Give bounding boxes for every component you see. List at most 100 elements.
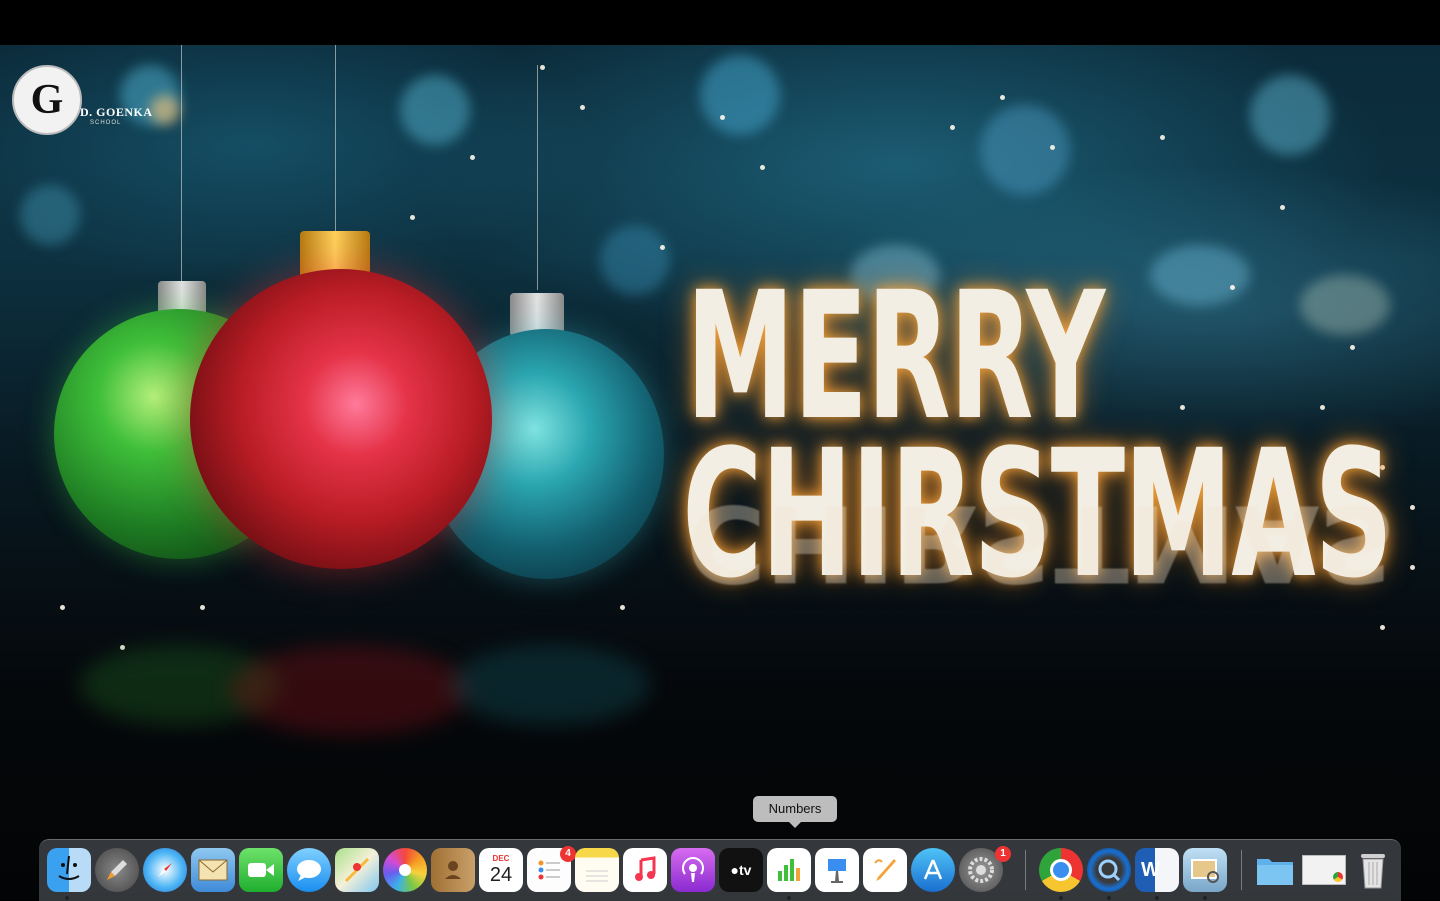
word-icon[interactable]: W xyxy=(1135,848,1179,892)
snowflake xyxy=(200,605,205,610)
snowflake xyxy=(1280,205,1285,210)
video-camera-icon xyxy=(248,863,274,877)
snowflake xyxy=(660,245,665,250)
ornament-reflection xyxy=(450,645,650,725)
apple-logo-icon: ● xyxy=(730,862,739,878)
snowflake xyxy=(1160,135,1165,140)
dock-separator xyxy=(1241,850,1242,890)
word-label: W xyxy=(1141,858,1160,881)
running-indicator xyxy=(787,896,791,900)
snowflake xyxy=(760,165,765,170)
logo-name: D. GOENKA xyxy=(80,105,153,119)
podcasts-icon[interactable] xyxy=(671,848,715,892)
gear-icon xyxy=(968,857,994,883)
ornament-string xyxy=(335,45,336,235)
music-icon[interactable] xyxy=(623,848,667,892)
snowflake xyxy=(1000,95,1005,100)
chrome-window-icon[interactable] xyxy=(1301,848,1347,892)
snowflake xyxy=(60,605,65,610)
snowflake xyxy=(470,155,475,160)
address-book-icon xyxy=(445,861,461,879)
system-preferences-badge: 1 xyxy=(995,846,1011,862)
pages-icon[interactable] xyxy=(863,848,907,892)
red-ornament xyxy=(190,269,492,569)
podium-icon xyxy=(828,859,846,883)
quicktime-icon[interactable] xyxy=(1087,848,1131,892)
greeting-reflection: CHIRSTMAS xyxy=(686,481,1396,605)
snowflake xyxy=(1410,505,1415,510)
preview-icon[interactable] xyxy=(1183,848,1227,892)
bokeh-light xyxy=(1250,75,1330,155)
snowflake xyxy=(1180,405,1185,410)
folder-icon xyxy=(1257,859,1293,885)
snowflake xyxy=(410,215,415,220)
running-indicator xyxy=(1107,896,1111,900)
magnifier-q-icon xyxy=(1098,859,1121,882)
ornament-string xyxy=(537,65,538,290)
map-pin-icon xyxy=(344,857,370,883)
chrome-badge-icon xyxy=(1333,872,1343,882)
keynote-icon[interactable] xyxy=(815,848,859,892)
note-lines-icon xyxy=(586,870,608,882)
bokeh-light xyxy=(980,105,1070,195)
snowflake xyxy=(120,645,125,650)
finder-icon[interactable] xyxy=(47,848,91,892)
podcast-waves-icon xyxy=(682,857,704,882)
speech-bubble-icon xyxy=(297,860,321,881)
dock: DEC 24 4 ● tv 1 W xyxy=(39,839,1401,901)
bokeh-light xyxy=(600,225,670,295)
chrome-icon[interactable] xyxy=(1039,848,1083,892)
snowflake xyxy=(1050,145,1055,150)
chrome-center xyxy=(1050,859,1072,881)
apple-tv-label: tv xyxy=(739,862,752,878)
bokeh-light xyxy=(1150,245,1250,305)
bokeh-light xyxy=(400,75,470,145)
snowflake xyxy=(1320,405,1325,410)
calendar-day: 24 xyxy=(489,864,513,886)
pen-icon xyxy=(874,859,896,881)
app-store-icon[interactable] xyxy=(911,848,955,892)
finder-face xyxy=(58,855,80,880)
envelope-icon xyxy=(198,859,228,881)
bokeh-light xyxy=(700,55,780,135)
numbers-icon[interactable] xyxy=(767,848,811,892)
snowflake xyxy=(1230,285,1235,290)
notes-icon[interactable] xyxy=(575,848,619,892)
photos-icon[interactable] xyxy=(383,848,427,892)
apple-tv-icon[interactable]: ● tv xyxy=(719,848,763,892)
app-store-a-icon xyxy=(923,859,943,880)
snowflake xyxy=(950,125,955,130)
bar-chart-icon xyxy=(778,859,800,881)
snowflake xyxy=(1350,345,1355,350)
bokeh-light xyxy=(20,185,80,245)
trash-icon[interactable] xyxy=(1351,848,1395,892)
dock-tooltip: Numbers xyxy=(753,796,837,828)
downloads-folder-icon[interactable] xyxy=(1253,848,1297,892)
snowflake xyxy=(1410,565,1415,570)
messages-icon[interactable] xyxy=(287,848,331,892)
ornament-reflection xyxy=(230,645,470,735)
calendar-icon[interactable]: DEC 24 xyxy=(479,848,523,892)
photo-stack-icon xyxy=(1191,859,1219,883)
compass-needle xyxy=(158,863,172,877)
school-logo: G D. GOENKA SCHOOL xyxy=(12,65,162,145)
launchpad-icon[interactable] xyxy=(95,848,139,892)
snowflake xyxy=(720,115,725,120)
logo-emblem: G xyxy=(12,65,82,135)
maps-icon[interactable] xyxy=(335,848,379,892)
running-indicator xyxy=(1059,896,1063,900)
checklist-icon xyxy=(538,860,560,880)
facetime-icon[interactable] xyxy=(239,848,283,892)
trash-can-icon xyxy=(1361,854,1385,889)
music-note-icon xyxy=(635,856,656,881)
rocket-icon xyxy=(107,860,127,880)
snowflake xyxy=(1380,625,1385,630)
running-indicator xyxy=(1203,896,1207,900)
top-bar xyxy=(0,0,1440,45)
minimized-window xyxy=(1302,855,1346,885)
reminders-badge: 4 xyxy=(560,846,576,862)
safari-icon[interactable] xyxy=(143,848,187,892)
photos-center xyxy=(399,864,411,876)
mail-icon[interactable] xyxy=(191,848,235,892)
contacts-icon[interactable] xyxy=(431,848,475,892)
